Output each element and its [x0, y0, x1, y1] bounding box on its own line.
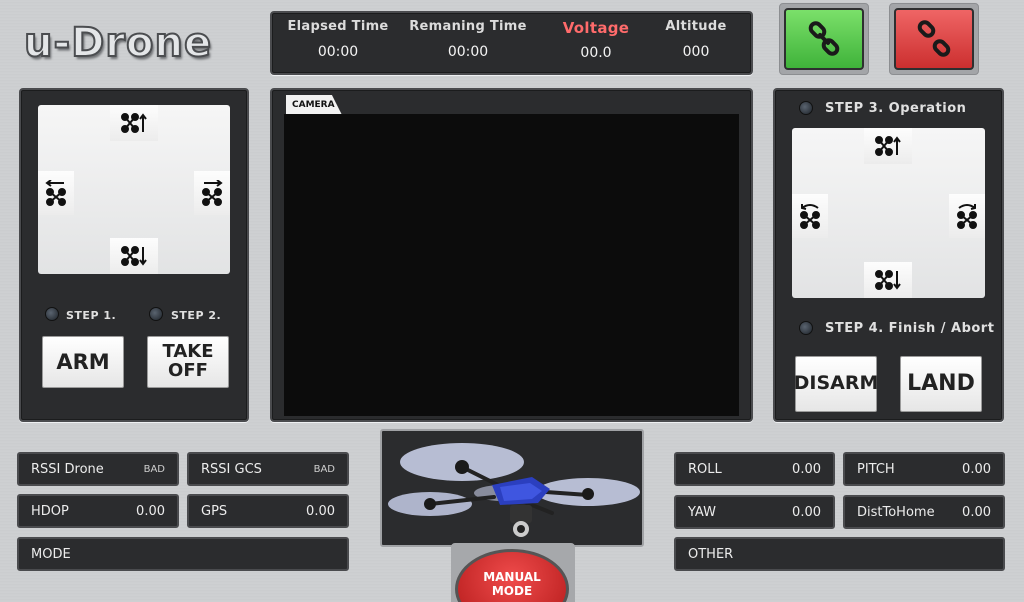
altitude-yaw-pad [38, 105, 230, 274]
takeoff-label-line2: OFF [168, 360, 208, 381]
gps-label: GPS [201, 503, 228, 519]
step1-label: STEP 1. [66, 309, 117, 322]
direction-pad [792, 128, 985, 298]
rssi-gcs-label: RSSI GCS [201, 461, 262, 477]
drone-up-icon [121, 113, 147, 133]
direction-backward-button[interactable] [864, 262, 912, 298]
remaining-time-label: Remaning Time [409, 19, 527, 34]
gps-field: GPS 0.00 [187, 494, 349, 528]
altitude-value: 000 [682, 44, 710, 60]
rssi-drone-label: RSSI Drone [31, 461, 104, 477]
remaining-time-stat: Remaning Time 00:00 [408, 19, 528, 60]
disarm-button-label: DISARM [793, 372, 879, 395]
roll-field: ROLL 0.00 [674, 452, 835, 486]
pitch-field: PITCH 0.00 [843, 452, 1005, 486]
link-icon [808, 21, 840, 56]
dist-to-home-label: DistToHome [857, 504, 935, 520]
rotate-left-button[interactable] [792, 194, 828, 238]
hdop-field: HDOP 0.00 [17, 494, 179, 528]
drone-down-icon [121, 246, 147, 266]
flight-stats-panel: Elapsed Time 00:00 Remaning Time 00:00 V… [270, 11, 753, 75]
land-button-label: LAND [907, 371, 975, 397]
left-control-panel: STEP 1. STEP 2. ARM TAKE OFF [19, 88, 249, 422]
step2-led [149, 307, 163, 321]
yaw-value: 0.00 [792, 504, 821, 520]
mode-field: MODE [17, 537, 349, 571]
step4-label: STEP 4. Finish / Abort [825, 321, 995, 336]
mode-label: MODE [31, 546, 71, 562]
pad-down-button[interactable] [110, 238, 158, 274]
disconnect-button[interactable] [894, 8, 974, 70]
drone-right-icon [202, 180, 223, 206]
connect-button-frame [779, 3, 869, 75]
manual-mode-line2: MODE [491, 584, 533, 598]
disconnect-button-frame [889, 3, 979, 75]
rssi-gcs-field: RSSI GCS BAD [187, 452, 349, 486]
app-logo: u-Drone [23, 19, 213, 67]
right-control-panel: STEP 3. Operation STEP 4. Finish / Abort… [773, 88, 1004, 422]
manual-mode-line1: MANUAL [483, 570, 541, 584]
remaining-time-value: 00:00 [447, 44, 489, 60]
yaw-field: YAW 0.00 [674, 495, 835, 529]
rssi-drone-field: RSSI Drone BAD [17, 452, 179, 486]
unlink-icon [917, 20, 951, 57]
rssi-gcs-value: BAD [313, 463, 335, 475]
step3-led [799, 101, 813, 115]
rotate-right-icon [957, 204, 977, 229]
land-button[interactable]: LAND [900, 356, 982, 412]
camera-panel: CAMERA [270, 88, 753, 422]
camera-feed [284, 114, 739, 416]
disarm-button[interactable]: DISARM [793, 356, 879, 412]
dist-to-home-value: 0.00 [962, 504, 991, 520]
elapsed-time-stat: Elapsed Time 00:00 [278, 19, 398, 60]
direction-forward-button[interactable] [864, 128, 912, 164]
takeoff-button[interactable]: TAKE OFF [147, 336, 229, 388]
drone-image-panel [380, 429, 644, 547]
hdop-label: HDOP [31, 503, 69, 519]
step3-label: STEP 3. Operation [825, 101, 967, 116]
rssi-drone-value: BAD [143, 463, 165, 475]
drone-illustration [388, 443, 640, 537]
pad-right-button[interactable] [194, 171, 230, 215]
connect-button[interactable] [784, 8, 864, 70]
rotate-left-icon [800, 204, 820, 229]
roll-label: ROLL [688, 461, 722, 477]
gps-value: 0.00 [306, 503, 335, 519]
hdop-value: 0.00 [136, 503, 165, 519]
roll-value: 0.00 [792, 461, 821, 477]
pitch-label: PITCH [857, 461, 895, 477]
step2-label: STEP 2. [171, 309, 222, 322]
drone-backward-icon [875, 270, 901, 290]
step4-led [799, 321, 813, 335]
rotate-right-button[interactable] [949, 194, 985, 238]
elapsed-time-label: Elapsed Time [287, 19, 389, 34]
altitude-stat: Altitude 000 [636, 19, 756, 60]
camera-tab[interactable]: CAMERA [286, 95, 342, 115]
altitude-label: Altitude [665, 19, 727, 34]
manual-mode-frame: MANUAL MODE [451, 543, 575, 602]
drone-forward-icon [875, 136, 901, 156]
step1-led [45, 307, 59, 321]
pitch-value: 0.00 [962, 461, 991, 477]
elapsed-time-value: 00:00 [317, 44, 359, 60]
arm-button-label: ARM [56, 349, 110, 374]
drone-left-icon [45, 180, 66, 206]
yaw-label: YAW [688, 504, 716, 520]
other-label: OTHER [688, 546, 734, 562]
manual-mode-button[interactable]: MANUAL MODE [455, 549, 569, 602]
dist-to-home-field: DistToHome 0.00 [843, 495, 1005, 529]
pad-up-button[interactable] [110, 105, 158, 141]
other-field: OTHER [674, 537, 1005, 571]
arm-button[interactable]: ARM [42, 336, 124, 388]
pad-left-button[interactable] [38, 171, 74, 215]
